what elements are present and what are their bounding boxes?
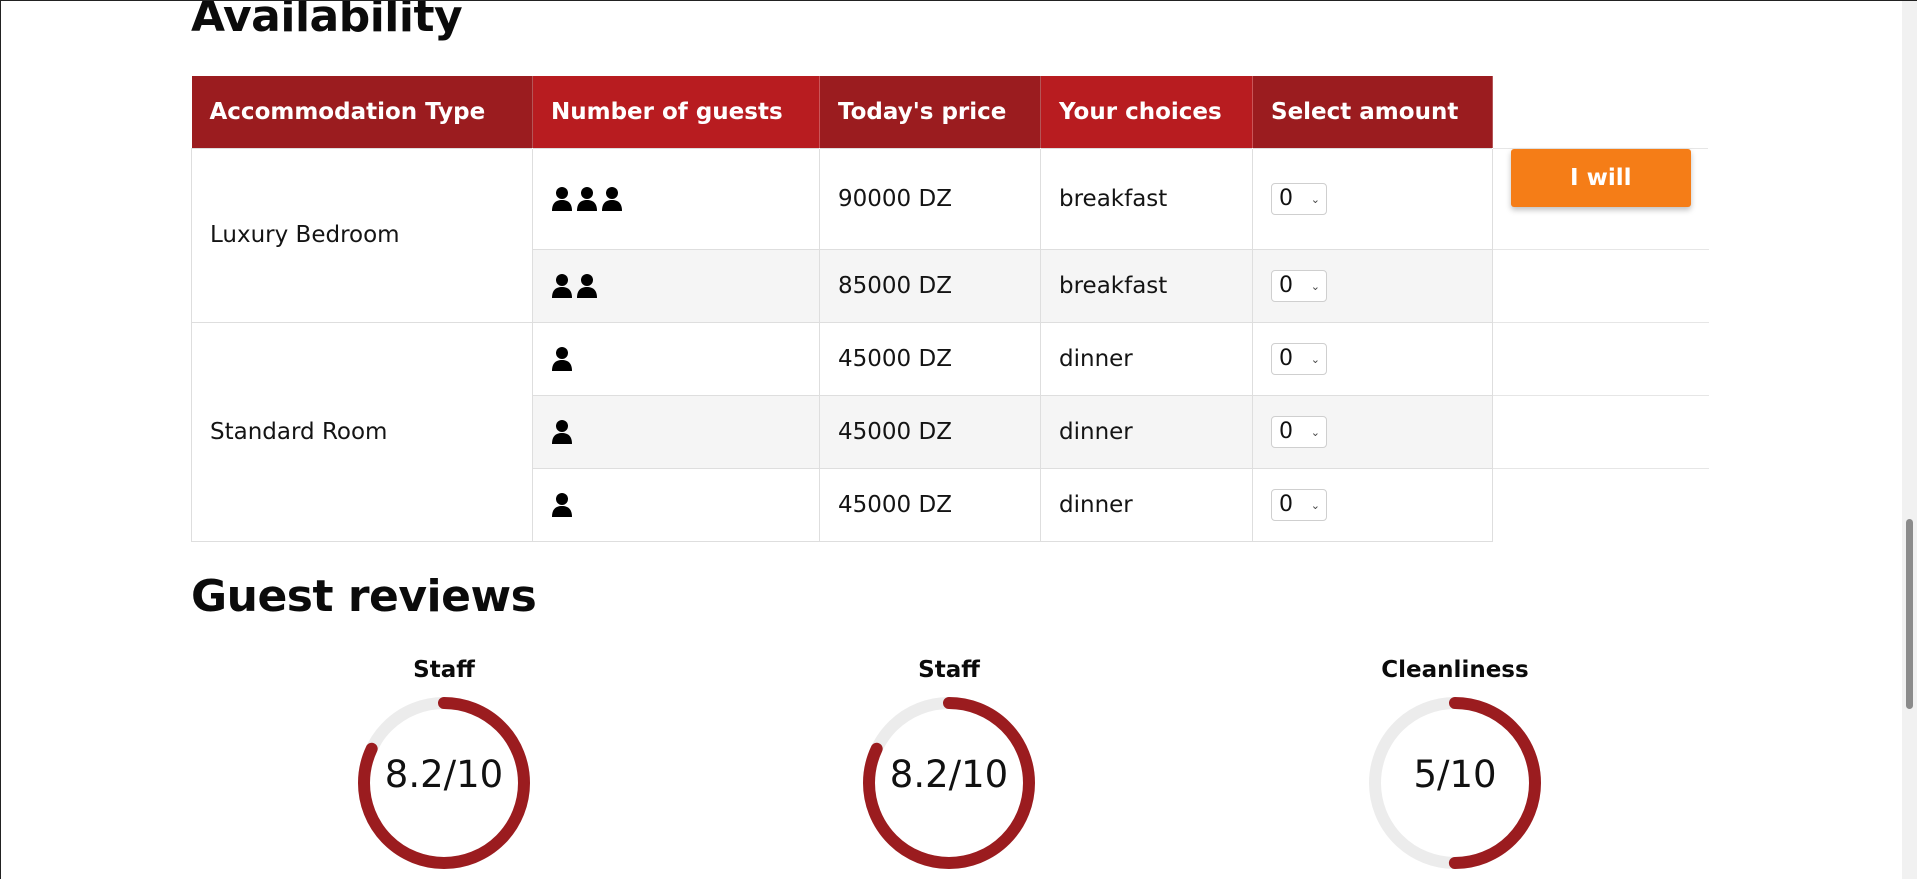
- person-icon: [552, 186, 572, 211]
- choice-cell: dinner: [1040, 467, 1253, 542]
- amount-select[interactable]: 0 ⌄: [1271, 415, 1327, 448]
- table-row: Standard Room 45000 DZ dinner 0 ⌄: [191, 321, 1709, 542]
- amount-select[interactable]: 0 ⌄: [1271, 488, 1327, 521]
- amount-cell: 0 ⌄: [1252, 394, 1493, 469]
- amount-select[interactable]: 0 ⌄: [1271, 182, 1327, 215]
- empty-cell: [1493, 468, 1709, 541]
- empty-cell: [1492, 394, 1709, 469]
- guests-cell: [532, 147, 820, 250]
- scrollbar-thumb[interactable]: [1906, 519, 1913, 709]
- person-icon: [552, 419, 572, 444]
- amount-value: 0: [1279, 273, 1293, 298]
- review-score: 5/10: [1413, 753, 1497, 796]
- amount-cell: 0 ⌄: [1252, 321, 1493, 396]
- header-number-of-guests: Number of guests: [532, 76, 820, 148]
- choice-cell: breakfast: [1040, 147, 1253, 250]
- review-score: 8.2/10: [889, 753, 1009, 796]
- review-label: Cleanliness: [1381, 657, 1529, 683]
- price-cell: 85000 DZ: [819, 248, 1041, 323]
- guests-cell: [532, 394, 820, 469]
- review-label: Staff: [918, 657, 980, 683]
- guest-icons: [551, 186, 801, 212]
- amount-value: 0: [1279, 186, 1293, 211]
- choice-cell: dinner: [1040, 321, 1253, 396]
- table-row: Luxury Bedroom 90000 DZ breakfast 0 ⌄ I …: [191, 147, 1709, 323]
- header-your-choices: Your choices: [1040, 76, 1253, 148]
- person-icon: [577, 273, 597, 298]
- score-ring: 5/10: [1365, 693, 1545, 873]
- choice-cell: dinner: [1040, 394, 1253, 469]
- person-icon: [577, 186, 597, 211]
- guests-cell: [532, 248, 820, 323]
- reserve-cell: I will reserve: [1492, 147, 1709, 250]
- amount-value: 0: [1279, 419, 1293, 444]
- amount-cell: 0 ⌄: [1252, 248, 1493, 323]
- person-icon: [552, 492, 572, 517]
- review-card: Cleanliness 5/10: [1360, 657, 1550, 873]
- score-ring: 8.2/10: [859, 693, 1039, 873]
- chevron-down-icon: ⌄: [1310, 193, 1320, 206]
- amount-value: 0: [1279, 346, 1293, 371]
- guest-icons: [551, 419, 801, 445]
- price-cell: 45000 DZ: [819, 394, 1041, 469]
- amount-cell: 0 ⌄: [1252, 147, 1493, 250]
- amount-select[interactable]: 0 ⌄: [1271, 342, 1327, 375]
- person-icon: [552, 273, 572, 298]
- guests-cell: [532, 467, 820, 542]
- amount-cell: 0 ⌄: [1252, 467, 1493, 542]
- accommodation-type-cell: Standard Room: [191, 321, 533, 542]
- guest-reviews-title: Guest reviews: [191, 571, 537, 622]
- table-header-row: Accommodation Type Number of guests Toda…: [191, 76, 1709, 148]
- review-card: Staff 8.2/10: [349, 657, 539, 873]
- person-icon: [602, 186, 622, 211]
- price-cell: 45000 DZ: [819, 321, 1041, 396]
- accommodation-type-cell: Luxury Bedroom: [191, 147, 533, 323]
- guests-cell: [532, 321, 820, 396]
- person-icon: [552, 346, 572, 371]
- header-spacer: [1492, 76, 1709, 148]
- page: Availability Accommodation Type Number o…: [0, 0, 1917, 879]
- choice-cell: breakfast: [1040, 248, 1253, 323]
- price-cell: 90000 DZ: [819, 147, 1041, 250]
- chevron-down-icon: ⌄: [1310, 280, 1320, 293]
- header-accommodation-type: Accommodation Type: [191, 76, 533, 148]
- chevron-down-icon: ⌄: [1310, 426, 1320, 439]
- guest-icons: [551, 273, 801, 299]
- score-ring: 8.2/10: [354, 693, 534, 873]
- review-label: Staff: [413, 657, 475, 683]
- chevron-down-icon: ⌄: [1310, 353, 1320, 366]
- reserve-button[interactable]: I will reserve: [1511, 148, 1691, 249]
- header-select-amount: Select amount: [1252, 76, 1493, 148]
- chevron-down-icon: ⌄: [1310, 499, 1320, 512]
- guest-icons: [551, 346, 801, 372]
- header-todays-price: Today's price: [819, 76, 1041, 148]
- price-cell: 45000 DZ: [819, 467, 1041, 542]
- review-card: Staff 8.2/10: [854, 657, 1044, 873]
- vertical-scrollbar[interactable]: [1902, 1, 1917, 879]
- availability-title: Availability: [191, 0, 463, 42]
- availability-table: Accommodation Type Number of guests Toda…: [191, 76, 1709, 542]
- empty-cell: [1492, 321, 1709, 396]
- guest-icons: [551, 492, 801, 518]
- review-score: 8.2/10: [384, 753, 504, 796]
- amount-value: 0: [1279, 492, 1293, 517]
- amount-select[interactable]: 0 ⌄: [1271, 269, 1327, 302]
